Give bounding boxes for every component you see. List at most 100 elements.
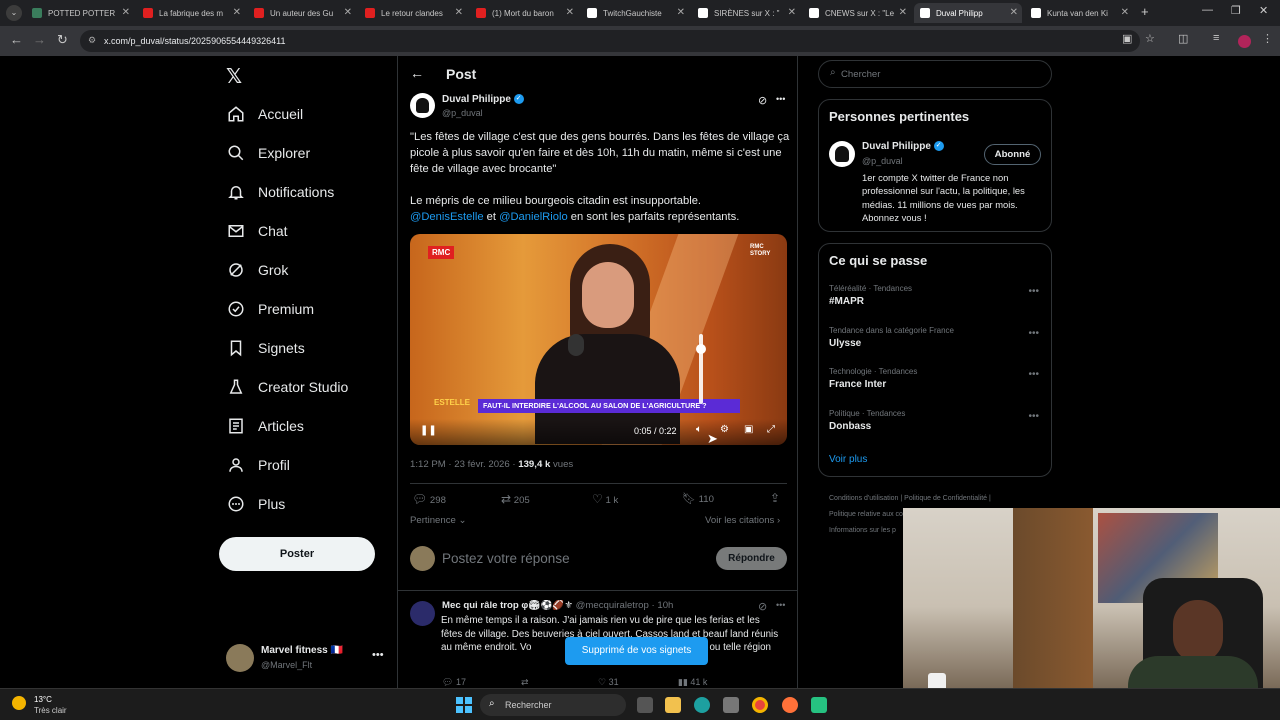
post-more-icon[interactable]: •••: [776, 94, 785, 104]
avatar[interactable]: [410, 601, 435, 626]
reload-icon[interactable]: ↻: [57, 32, 68, 48]
trend-item[interactable]: Tendance dans la catégorie France Ulysse…: [829, 326, 1051, 349]
reply-input[interactable]: Postez votre réponse: [442, 551, 570, 566]
search-input[interactable]: ⌕ Chercher: [818, 60, 1052, 88]
tab-close-icon[interactable]: ✕: [677, 7, 685, 18]
reply-stat-views[interactable]: ▮▮ 41 k: [678, 677, 707, 688]
tab-close-icon[interactable]: ✕: [233, 7, 241, 18]
browser-tab[interactable]: CNEWS sur X : "Le ✕: [803, 3, 911, 23]
trend-item[interactable]: Technologie · Tendances France Inter •••: [829, 367, 1051, 390]
grok-icon[interactable]: ⊘: [758, 94, 767, 107]
volume-icon[interactable]: 🔈︎: [696, 424, 702, 435]
chrome-icon[interactable]: [752, 697, 768, 713]
browser-tab[interactable]: TwitchGauchiste ✕: [581, 3, 689, 23]
share-icon[interactable]: ⇪: [770, 491, 780, 505]
avatar[interactable]: [410, 93, 435, 118]
nav-item-chat[interactable]: Chat: [226, 217, 288, 245]
person-name[interactable]: Duval Philippe ✓: [862, 141, 944, 152]
browser-tab[interactable]: La fabrique des m ✕: [137, 3, 245, 23]
reply-button[interactable]: Répondre: [716, 547, 787, 570]
browser-menu-icon[interactable]: ⋮: [1262, 32, 1273, 45]
minimize-button[interactable]: —: [1202, 4, 1213, 16]
trend-more-icon[interactable]: •••: [1028, 411, 1039, 422]
x-logo[interactable]: 𝕏: [226, 64, 242, 89]
browser-tab[interactable]: Un auteur des Gu ✕: [248, 3, 356, 23]
reply-action[interactable]: 💬︎ 298: [412, 492, 446, 506]
reading-list-icon[interactable]: ≡: [1213, 32, 1219, 44]
reply-author[interactable]: Mec qui râle trop φ🏟⚽🏈⚜ @mecquiraletrop …: [442, 600, 782, 611]
nav-item-notifications[interactable]: Notifications: [226, 178, 334, 206]
firefox-icon[interactable]: [782, 697, 798, 713]
edge-icon[interactable]: [694, 697, 710, 713]
nav-item-explore[interactable]: Explorer: [226, 139, 310, 167]
tab-close-icon[interactable]: ✕: [1121, 7, 1129, 18]
privacy-link[interactable]: Politique de Confidentialité: [904, 495, 987, 502]
trend-more-icon[interactable]: •••: [1028, 328, 1039, 339]
maximize-button[interactable]: ❐: [1231, 4, 1241, 17]
reply-stat-replies[interactable]: 💬︎ 17: [442, 677, 466, 688]
fullscreen-icon[interactable]: ⤢: [767, 424, 775, 435]
reply-more-icon[interactable]: •••: [776, 600, 785, 610]
tab-close-icon[interactable]: ✕: [455, 7, 463, 18]
bookmark-star-icon[interactable]: ☆: [1145, 32, 1155, 45]
author-handle[interactable]: @p_duval: [442, 108, 483, 118]
task-view-icon[interactable]: [637, 697, 653, 713]
show-more-link[interactable]: Voir plus: [829, 454, 867, 465]
taskbar-search[interactable]: ⌕ Rechercher: [480, 694, 626, 716]
reply-stat-likes[interactable]: ♡ 31: [598, 677, 619, 688]
new-tab-button[interactable]: +: [1141, 4, 1149, 19]
browser-tab[interactable]: Kunta van den Ki ✕: [1025, 3, 1133, 23]
bookmark-action[interactable]: 🔖︎ 110: [682, 492, 714, 505]
windows-start-icon[interactable]: [456, 697, 472, 713]
mention-link[interactable]: @DanielRiolo: [499, 211, 568, 223]
forward-arrow-icon[interactable]: →: [33, 32, 46, 47]
close-window-button[interactable]: ✕: [1259, 4, 1268, 17]
volume-slider-thumb[interactable]: [696, 344, 706, 354]
browser-tab[interactable]: (1) Mort du baron ✕: [470, 3, 578, 23]
tab-list-menu-icon[interactable]: ⌄: [6, 5, 22, 21]
tab-close-icon[interactable]: ✕: [344, 7, 352, 18]
weather-icon[interactable]: [12, 696, 26, 710]
nav-item-grok[interactable]: Grok: [226, 256, 288, 284]
back-arrow-icon[interactable]: ←: [10, 32, 23, 47]
tab-close-icon[interactable]: ✕: [1010, 7, 1018, 18]
url-field[interactable]: ⚙ x.com/p_duval/status/20259065544493264…: [80, 30, 1140, 52]
sort-dropdown[interactable]: Pertinence ⌄: [410, 515, 467, 526]
extensions-icon[interactable]: ◫: [1178, 32, 1188, 45]
cast-icon[interactable]: ▣: [1122, 32, 1132, 45]
trend-item[interactable]: Politique · Tendances Donbass •••: [829, 409, 1051, 432]
browser-profile-avatar[interactable]: [1238, 35, 1251, 48]
nav-item-bookmarks[interactable]: Signets: [226, 334, 305, 362]
grok-icon[interactable]: ⊘: [758, 600, 767, 613]
reply-stat-reposts[interactable]: ⇄: [521, 677, 529, 688]
tab-close-icon[interactable]: ✕: [566, 7, 574, 18]
post-button[interactable]: Poster: [219, 537, 375, 571]
trend-more-icon[interactable]: •••: [1028, 286, 1039, 297]
trend-item[interactable]: Téléréalité · Tendances #MAPR •••: [829, 284, 1051, 307]
tab-close-icon[interactable]: ✕: [788, 7, 796, 18]
nav-item-creator-studio[interactable]: Creator Studio: [226, 373, 348, 401]
browser-tab[interactable]: Duval Philipp ✕: [914, 3, 1022, 23]
follow-button[interactable]: Abonné: [984, 144, 1041, 165]
volume-slider[interactable]: [696, 334, 706, 404]
file-explorer-icon[interactable]: [665, 697, 681, 713]
terms-link[interactable]: Conditions d'utilisation: [829, 495, 898, 502]
view-quotes-link[interactable]: Voir les citations ›: [705, 515, 780, 526]
mention-link[interactable]: @DenisEstelle: [410, 211, 484, 223]
account-more-icon[interactable]: •••: [372, 649, 384, 661]
app-icon[interactable]: [811, 697, 827, 713]
nav-item-premium[interactable]: Premium: [226, 295, 314, 323]
tab-close-icon[interactable]: ✕: [122, 7, 130, 18]
person-handle[interactable]: @p_duval: [862, 156, 903, 166]
back-arrow-icon[interactable]: ←: [410, 65, 424, 81]
post-timestamp[interactable]: 1:12 PM · 23 févr. 2026 ·: [410, 459, 518, 470]
nav-item-more[interactable]: Plus: [226, 490, 285, 518]
account-switcher[interactable]: Marvel fitness 🇫🇷 @Marvel_Flt •••: [226, 642, 386, 674]
like-action[interactable]: ♡ 1 k: [592, 492, 618, 506]
store-icon[interactable]: [723, 697, 739, 713]
nav-item-articles[interactable]: Articles: [226, 412, 304, 440]
browser-tab[interactable]: Le retour clandes ✕: [359, 3, 467, 23]
trend-more-icon[interactable]: •••: [1028, 369, 1039, 380]
browser-tab[interactable]: SIRÈNES sur X : " ✕: [692, 3, 800, 23]
video-player[interactable]: RMC RMC STORY ESTELLE FAUT-IL INTERDIRE …: [410, 234, 787, 445]
